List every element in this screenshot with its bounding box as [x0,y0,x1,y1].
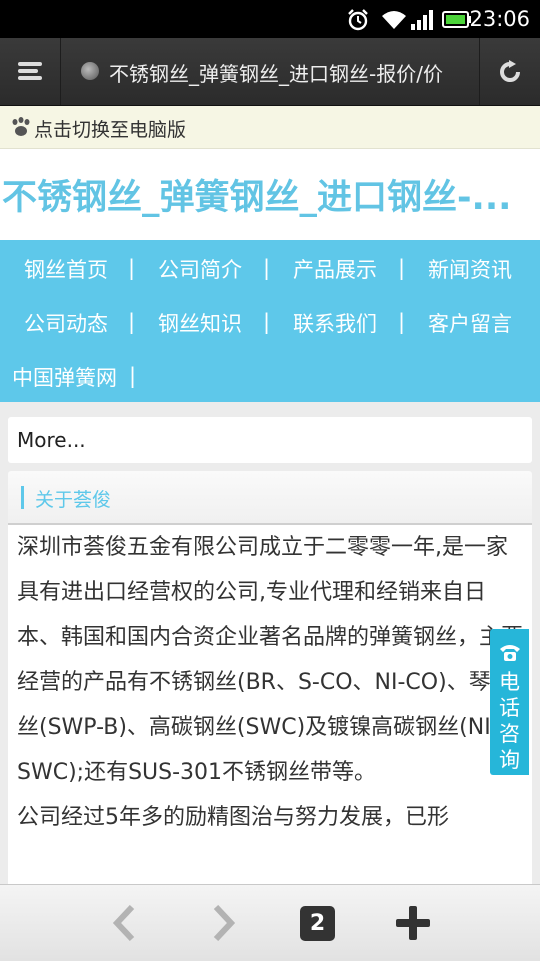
nav-item-news[interactable]: 新闻资讯 [428,254,512,284]
nav-item-company-intro[interactable]: 公司简介 [158,254,242,284]
telephone-icon [500,645,520,661]
browser-toolbar: 不锈钢丝_弹簧钢丝_进口钢丝-报价/价 [0,38,540,106]
about-section-header: 关于荟俊 [8,471,532,525]
nav-separator: | [128,256,136,280]
nav-separator: | [263,310,271,334]
about-article: 深圳市荟俊五金有限公司成立于二零零一年,是一家具有进出口经营权的公司,专业代理和… [8,525,532,885]
hamburger-icon [18,62,42,66]
site-header: 不锈钢丝_弹簧钢丝_进口钢丝-... [0,149,540,240]
about-paragraph: 公司经过5年多的励精图治与努力发展，已形 [17,805,449,830]
wifi-icon [382,11,406,29]
section-accent-bar [21,486,24,509]
back-button[interactable] [90,885,160,961]
tabs-count-button[interactable]: 2 [300,906,335,941]
signal-icon [411,10,433,30]
switch-to-desktop-label: 点击切换至电脑版 [34,119,187,141]
switch-to-desktop-bar[interactable]: 点击切换至电脑版 [0,106,540,149]
main-nav: 钢丝首页 | 公司简介 | 产品展示 | 新闻资讯 公司动态 | 钢丝知识 | … [0,240,540,402]
nav-item-china-spring[interactable]: 中国弹簧网 [12,362,117,392]
nav-item-guestbook[interactable]: 客户留言 [428,308,512,338]
nav-separator: | [398,256,406,280]
plus-icon [396,906,430,940]
refresh-button[interactable] [479,38,540,105]
nav-item-products[interactable]: 产品展示 [293,254,377,284]
more-link[interactable]: More... [8,417,532,463]
phone-consult-button[interactable]: 电话咨询 [490,629,529,775]
nav-separator: | [263,256,271,280]
nav-separator: | [129,364,137,388]
about-paragraph: 深圳市荟俊五金有限公司成立于二零零一年,是一家具有进出口经营权的公司,专业代理和… [17,535,524,785]
browser-bottom-bar: 2 [0,884,540,961]
page-title-url: 不锈钢丝_弹簧钢丝_进口钢丝-报价/价 [109,62,443,86]
phone-consult-label: 电话咨询 [499,670,520,772]
nav-separator: | [128,310,136,334]
site-title[interactable]: 不锈钢丝_弹簧钢丝_进口钢丝-... [2,169,532,220]
nav-item-home[interactable]: 钢丝首页 [24,254,108,284]
chevron-left-icon [112,905,135,941]
refresh-icon [500,60,520,82]
address-bar[interactable]: 不锈钢丝_弹簧钢丝_进口钢丝-报价/价 [61,38,479,105]
about-heading: 关于荟俊 [35,489,112,511]
nav-item-knowledge[interactable]: 钢丝知识 [158,308,242,338]
paw-icon [12,117,30,136]
chevron-right-icon [213,905,236,941]
nav-separator: | [398,310,406,334]
alarm-icon [348,9,368,31]
status-bar: 23:06 [0,0,540,38]
clock-time: 23:06 [469,7,530,31]
forward-button[interactable] [190,885,260,961]
new-tab-button[interactable] [378,885,448,961]
menu-button[interactable] [0,38,61,105]
more-label: More... [17,428,86,452]
nav-item-contact[interactable]: 联系我们 [293,308,377,338]
globe-icon [81,62,99,80]
nav-item-company-news[interactable]: 公司动态 [24,308,108,338]
battery-icon [442,11,471,28]
